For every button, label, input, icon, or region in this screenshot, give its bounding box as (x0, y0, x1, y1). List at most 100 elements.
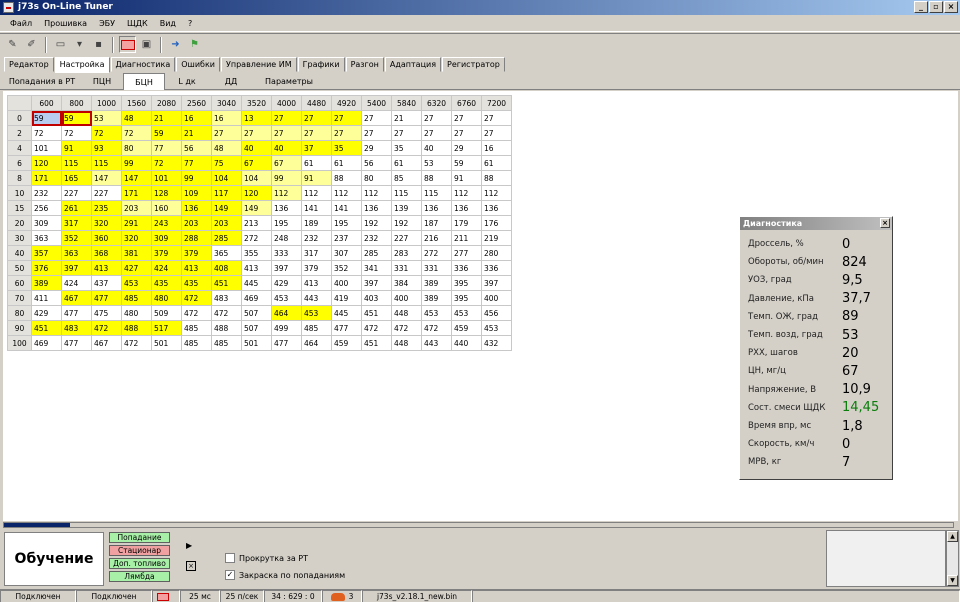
table-cell[interactable]: 101 (31, 140, 62, 156)
table-cell[interactable]: 309 (31, 215, 62, 231)
table-cell[interactable]: 48 (211, 140, 242, 156)
table-cell[interactable]: 16 (211, 110, 242, 126)
table-cell[interactable]: 379 (181, 245, 212, 261)
column-header[interactable]: 5400 (361, 95, 392, 111)
table-cell[interactable]: 485 (181, 320, 212, 336)
scroll-down-icon[interactable]: ▼ (947, 575, 958, 586)
row-header[interactable]: 50 (7, 260, 32, 276)
table-cell[interactable]: 443 (421, 335, 452, 351)
table-cell[interactable]: 27 (361, 110, 392, 126)
table-cell[interactable]: 317 (301, 245, 332, 261)
table-cell[interactable]: 451 (211, 275, 242, 291)
column-header[interactable]: 2080 (151, 95, 182, 111)
table-cell[interactable]: 397 (61, 260, 92, 276)
table-cell[interactable]: 280 (481, 245, 512, 261)
table-cell[interactable]: 59 (151, 125, 182, 141)
row-header[interactable]: 8 (7, 170, 32, 186)
table-cell[interactable]: 136 (271, 200, 302, 216)
table-cell[interactable]: 435 (151, 275, 182, 291)
menu-help[interactable]: ? (182, 15, 198, 32)
table-cell[interactable]: 72 (31, 125, 62, 141)
menu-firmware[interactable]: Прошивка (38, 15, 93, 32)
column-header[interactable]: 800 (61, 95, 92, 111)
diagnostics-title-bar[interactable]: Диагностика × (740, 217, 892, 230)
table-cell[interactable]: 27 (271, 110, 302, 126)
table-cell[interactable]: 27 (241, 125, 272, 141)
connect-icon[interactable]: ✎ (4, 36, 21, 53)
table-cell[interactable]: 115 (421, 185, 452, 201)
table-cell[interactable]: 59 (31, 110, 62, 126)
table-cell[interactable]: 85 (391, 170, 422, 186)
table-cell[interactable]: 400 (391, 290, 422, 306)
table-cell[interactable]: 453 (301, 305, 332, 321)
table-cell[interactable]: 517 (151, 320, 182, 336)
table-cell[interactable]: 451 (361, 305, 392, 321)
table-cell[interactable]: 120 (241, 185, 272, 201)
table-cell[interactable]: 37 (301, 140, 332, 156)
table-cell[interactable]: 477 (91, 290, 122, 306)
table-cell[interactable]: 27 (331, 125, 362, 141)
table-cell[interactable]: 13 (241, 110, 272, 126)
table-cell[interactable]: 149 (241, 200, 272, 216)
table-cell[interactable]: 475 (91, 305, 122, 321)
table-cell[interactable]: 77 (151, 140, 182, 156)
tab-errors[interactable]: Ошибки (176, 57, 220, 72)
log-scrollbar[interactable]: ▲ ▼ (946, 530, 959, 587)
table-cell[interactable]: 413 (181, 260, 212, 276)
table-cell[interactable]: 213 (241, 215, 272, 231)
table-cell[interactable]: 72 (151, 155, 182, 171)
table-cell[interactable]: 75 (211, 155, 242, 171)
column-header[interactable]: 4000 (271, 95, 302, 111)
table-cell[interactable]: 445 (241, 275, 272, 291)
table-cell[interactable]: 237 (331, 230, 362, 246)
table-cell[interactable]: 336 (451, 260, 482, 276)
column-header[interactable]: 1000 (91, 95, 122, 111)
table-cell[interactable]: 128 (151, 185, 182, 201)
table-cell[interactable]: 467 (61, 290, 92, 306)
table-cell[interactable]: 227 (61, 185, 92, 201)
table-cell[interactable]: 480 (121, 305, 152, 321)
table-cell[interactable]: 40 (421, 140, 452, 156)
table-cell[interactable]: 136 (361, 200, 392, 216)
table-cell[interactable]: 27 (481, 110, 512, 126)
table-cell[interactable]: 477 (271, 335, 302, 351)
table-cell[interactable]: 27 (421, 110, 452, 126)
table-cell[interactable]: 336 (481, 260, 512, 276)
subtab-bcn[interactable]: БЦН (123, 73, 165, 90)
table-cell[interactable]: 203 (121, 200, 152, 216)
table-cell[interactable]: 27 (451, 110, 482, 126)
table-cell[interactable]: 112 (361, 185, 392, 201)
table-cell[interactable]: 472 (91, 320, 122, 336)
arrow-right-icon[interactable]: ➜ (167, 36, 184, 53)
table-cell[interactable]: 211 (451, 230, 482, 246)
table-cell[interactable]: 427 (121, 260, 152, 276)
table-cell[interactable]: 389 (31, 275, 62, 291)
table-cell[interactable]: 389 (421, 290, 452, 306)
table-cell[interactable]: 160 (151, 200, 182, 216)
table-cell[interactable]: 501 (241, 335, 272, 351)
column-header[interactable]: 1560 (121, 95, 152, 111)
table-cell[interactable]: 112 (451, 185, 482, 201)
table-cell[interactable]: 411 (31, 290, 62, 306)
row-header[interactable]: 100 (7, 335, 32, 351)
menu-ecu[interactable]: ЭБУ (93, 15, 121, 32)
table-cell[interactable]: 115 (61, 155, 92, 171)
row-header[interactable]: 2 (7, 125, 32, 141)
column-header[interactable]: 4480 (301, 95, 332, 111)
table-cell[interactable]: 136 (481, 200, 512, 216)
table-cell[interactable]: 248 (271, 230, 302, 246)
diagnostics-panel[interactable]: Диагностика × Дроссель, % 0 Обороты, об/ми… (739, 216, 893, 480)
table-cell[interactable]: 507 (241, 305, 272, 321)
table-cell[interactable]: 485 (121, 290, 152, 306)
table-cell[interactable]: 488 (211, 320, 242, 336)
table-cell[interactable]: 120 (31, 155, 62, 171)
table-cell[interactable]: 192 (391, 215, 422, 231)
ecu-connection-icon[interactable] (119, 36, 136, 53)
table-cell[interactable]: 21 (181, 125, 212, 141)
table-cell[interactable]: 27 (331, 110, 362, 126)
row-header[interactable]: 4 (7, 140, 32, 156)
table-cell[interactable]: 488 (121, 320, 152, 336)
table-cell[interactable]: 29 (361, 140, 392, 156)
table-cell[interactable]: 112 (271, 185, 302, 201)
table-cell[interactable]: 453 (451, 305, 482, 321)
